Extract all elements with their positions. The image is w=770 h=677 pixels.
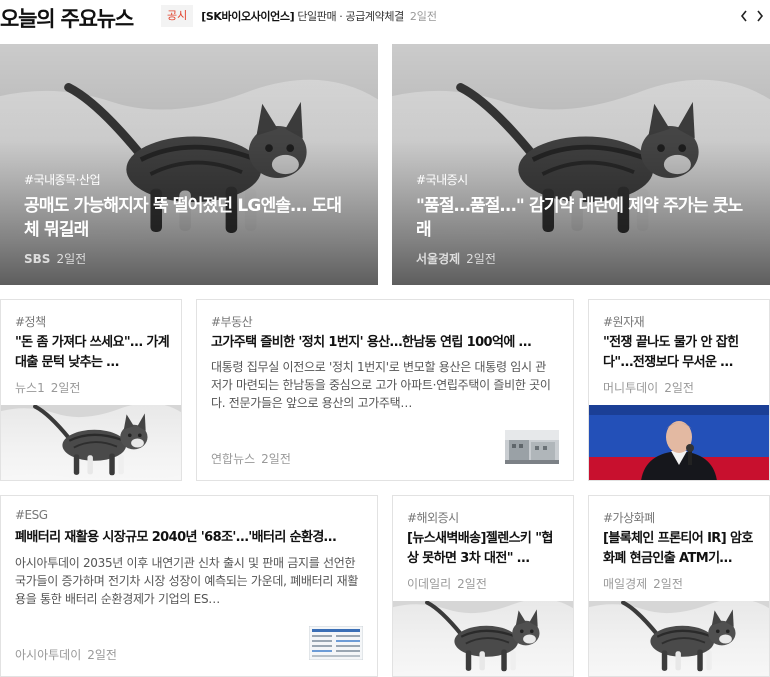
news-card[interactable]: #부동산 고가주택 즐비한 '정치 1번지' 용산…한남동 연립 100억에 ……	[196, 299, 574, 481]
disclosure-badge: 공시	[161, 5, 194, 27]
news-thumbnail[interactable]	[589, 405, 770, 481]
news-source: 매일경제	[603, 577, 648, 591]
news-summary: 아시아투데이 2035년 이후 내연기관 신차 출시 및 판매 금지를 선언한 …	[15, 556, 359, 606]
disclosure-ticker[interactable]: 공시 [SK바이오사이언스] 단일판매 · 공급계약체결 2일전	[161, 5, 770, 27]
news-thumbnail[interactable]	[589, 601, 769, 677]
chevron-right-icon[interactable]	[756, 9, 764, 23]
news-card[interactable]: #가상화폐 [블록체인 프론티어 IR] 암호화폐 현금인출 ATM기… 매일경…	[588, 495, 770, 677]
news-time: 2일전	[664, 381, 694, 395]
hero-card[interactable]: #국내증시 "품절…품절…" 감기약 대란에 제약 주가는 쿳노래 서울경제 2일…	[392, 44, 770, 285]
news-tag[interactable]: #ESG	[15, 508, 48, 522]
news-source: 연합뉴스	[211, 452, 256, 466]
page-title: 오늘의 주요뉴스	[0, 7, 134, 31]
hero-tag[interactable]: #국내종목·산업	[24, 171, 101, 188]
news-card[interactable]: #원자재 "전쟁 끝나도 물가 안 잡힌다"…전쟁보다 무서운 … 머니투데이 2…	[588, 299, 770, 481]
news-header: 오늘의 주요뉴스 공시 [SK바이오사이언스] 단일판매 · 공급계약체결 2일…	[0, 0, 770, 34]
news-meta: 아시아투데이 2일전	[15, 646, 117, 663]
news-source: 이데일리	[407, 577, 452, 591]
news-source: SBS	[24, 252, 51, 266]
hero-title[interactable]: 공매도 가능해지자 뚝 떨어졌던 LG엔솔… 도대체 뭐길래	[24, 194, 354, 242]
news-title[interactable]: 고가주택 즐비한 '정치 1번지' 용산…한남동 연립 100억에 …	[211, 333, 559, 353]
news-time: 2일전	[466, 252, 496, 266]
news-thumbnail[interactable]	[505, 430, 559, 464]
news-title[interactable]: "전쟁 끝나도 물가 안 잡힌다"…전쟁보다 무서운 …	[603, 333, 759, 373]
news-time: 2일전	[50, 381, 81, 395]
news-tag[interactable]: #해외증시	[407, 509, 459, 526]
ticker-company: [SK바이오사이언스]	[201, 10, 295, 23]
news-card[interactable]: #해외증시 [뉴스새벽배송]젤렌스키 "협상 못하면 3차 대전" … 이데일리…	[392, 495, 574, 677]
news-tag[interactable]: #부동산	[211, 313, 253, 330]
news-source: 아시아투데이	[15, 648, 82, 662]
news-tag[interactable]: #가상화폐	[603, 509, 655, 526]
ticker-headline[interactable]: [SK바이오사이언스] 단일판매 · 공급계약체결	[201, 8, 404, 24]
news-title[interactable]: [뉴스새벽배송]젤렌스키 "협상 못하면 3차 대전" …	[407, 529, 563, 569]
news-meta: 이데일리 2일전	[407, 575, 487, 592]
news-meta: 머니투데이 2일전	[603, 379, 694, 396]
news-summary: 대통령 집무실 이전으로 '정치 1번지'로 변모할 용산은 대통령 임시 관저…	[211, 360, 551, 410]
news-source: 서울경제	[416, 252, 461, 266]
news-title[interactable]: "돈 좀 가져다 쓰세요"… 가계대출 문턱 낮추는 …	[15, 333, 171, 373]
news-thumbnail[interactable]	[393, 601, 573, 677]
image-overlay	[392, 44, 770, 285]
news-time: 2일전	[261, 452, 291, 466]
news-time: 2일전	[56, 252, 87, 266]
news-source: 머니투데이	[603, 381, 659, 395]
hero-tag[interactable]: #국내증시	[416, 171, 468, 188]
hero-meta: 서울경제 2일전	[416, 250, 496, 267]
hero-title[interactable]: "품절…품절…" 감기약 대란에 제약 주가는 쿳노래	[416, 194, 746, 242]
ticker-arrows	[740, 9, 764, 23]
hero-meta: SBS 2일전	[24, 250, 86, 267]
image-overlay	[0, 44, 378, 285]
news-meta: 연합뉴스 2일전	[211, 450, 291, 467]
news-time: 2일전	[653, 577, 683, 591]
news-time: 2일전	[457, 577, 487, 591]
news-thumbnail[interactable]	[1, 405, 181, 481]
news-card[interactable]: #ESG 폐배터리 재활용 시장규모 2040년 '68조'…'배터리 순환경……	[0, 495, 378, 677]
news-card[interactable]: #정책 "돈 좀 가져다 쓰세요"… 가계대출 문턱 낮추는 … 뉴스1 2일전	[0, 299, 182, 481]
news-meta: 매일경제 2일전	[603, 575, 683, 592]
news-tag[interactable]: #정책	[15, 313, 46, 330]
news-title[interactable]: 폐배터리 재활용 시장규모 2040년 '68조'…'배터리 순환경…	[15, 528, 363, 548]
hero-card[interactable]: #국내종목·산업 공매도 가능해지자 뚝 떨어졌던 LG엔솔… 도대체 뭐길래 …	[0, 44, 378, 285]
ticker-text: 단일판매 · 공급계약체결	[297, 10, 404, 23]
news-thumbnail[interactable]	[309, 626, 363, 660]
ticker-time: 2일전	[409, 10, 438, 23]
news-source: 뉴스1	[15, 381, 45, 395]
news-meta: 뉴스1 2일전	[15, 379, 80, 396]
chevron-left-icon[interactable]	[740, 9, 748, 23]
news-time: 2일전	[87, 648, 117, 662]
news-tag[interactable]: #원자재	[603, 313, 645, 330]
news-title[interactable]: [블록체인 프론티어 IR] 암호화폐 현금인출 ATM기…	[603, 529, 759, 569]
